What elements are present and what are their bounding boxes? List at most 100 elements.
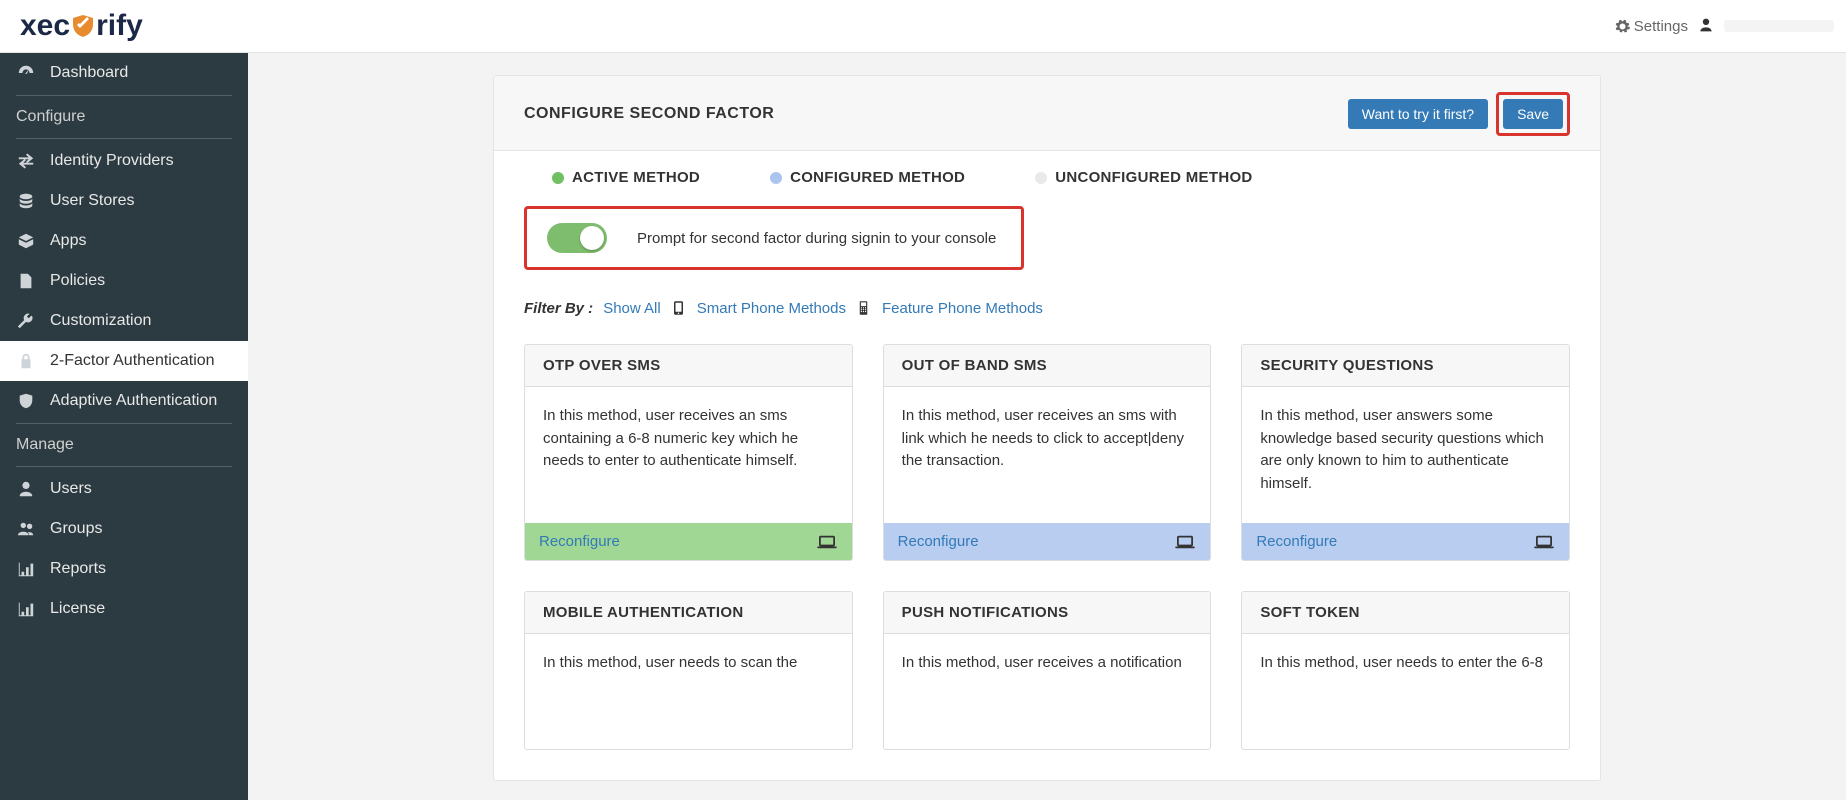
filter-row: Filter By : Show All Smart Phone Methods… bbox=[524, 270, 1570, 344]
logo-text-2: rify bbox=[96, 9, 143, 43]
sidebar-item-license[interactable]: License bbox=[0, 589, 248, 629]
shield-icon bbox=[16, 391, 36, 411]
panel: CONFIGURE SECOND FACTOR Want to try it f… bbox=[493, 75, 1601, 781]
panel-body: ACTIVE METHOD CONFIGURED METHOD UNCONFIG… bbox=[494, 151, 1600, 780]
sidebar-item-label: Identity Providers bbox=[50, 152, 174, 170]
sidebar-item-label: Users bbox=[50, 480, 92, 498]
laptop-icon bbox=[1533, 534, 1555, 550]
sidebar-item-label: Policies bbox=[50, 272, 105, 290]
method-title: SOFT TOKEN bbox=[1242, 592, 1569, 634]
method-title: PUSH NOTIFICATIONS bbox=[884, 592, 1211, 634]
sidebar-item-dashboard[interactable]: Dashboard bbox=[0, 53, 248, 93]
panel-actions: Want to try it first? Save bbox=[1348, 92, 1570, 136]
active-dot-icon bbox=[552, 172, 564, 184]
method-description: In this method, user needs to scan the bbox=[525, 634, 852, 749]
method-description: In this method, user needs to enter the … bbox=[1242, 634, 1569, 749]
sidebar-item-users[interactable]: Users bbox=[0, 469, 248, 509]
sidebar-item-reports[interactable]: Reports bbox=[0, 549, 248, 589]
legend-active-label: ACTIVE METHOD bbox=[572, 169, 700, 186]
method-title: OTP OVER SMS bbox=[525, 345, 852, 387]
method-card-security-questions: SECURITY QUESTIONSIn this method, user a… bbox=[1241, 344, 1570, 561]
logo-shield-icon bbox=[71, 14, 95, 38]
method-description: In this method, user receives an sms con… bbox=[525, 387, 852, 523]
sidebar-item-customization[interactable]: Customization bbox=[0, 301, 248, 341]
legend-unconfigured: UNCONFIGURED METHOD bbox=[1035, 169, 1252, 186]
method-footer: Reconfigure bbox=[525, 523, 852, 560]
sidebar-item-label: Apps bbox=[50, 232, 86, 250]
prompt-label: Prompt for second factor during signin t… bbox=[637, 230, 996, 247]
users-icon bbox=[16, 519, 36, 539]
filter-label: Filter By : bbox=[524, 300, 593, 317]
method-footer: Reconfigure bbox=[884, 523, 1211, 560]
chart-icon bbox=[16, 559, 36, 579]
feature-phone-icon bbox=[856, 298, 872, 318]
sidebar-section-manage: Manage bbox=[0, 426, 248, 464]
settings-link[interactable]: Settings bbox=[1615, 18, 1688, 35]
sidebar-item-label: Adaptive Authentication bbox=[50, 392, 217, 410]
lock-icon bbox=[16, 351, 36, 371]
smartphone-icon bbox=[671, 298, 687, 318]
prompt-second-factor-row: Prompt for second factor during signin t… bbox=[524, 206, 1024, 270]
legend-active: ACTIVE METHOD bbox=[552, 169, 700, 186]
save-button[interactable]: Save bbox=[1503, 99, 1563, 129]
gear-icon bbox=[1615, 19, 1630, 34]
logo: xec rify bbox=[20, 9, 143, 43]
sidebar-item-label: Reports bbox=[50, 560, 106, 578]
sidebar-item-adaptive-authentication[interactable]: Adaptive Authentication bbox=[0, 381, 248, 421]
file-icon bbox=[16, 271, 36, 291]
reconfigure-link[interactable]: Reconfigure bbox=[539, 533, 620, 550]
user-menu[interactable] bbox=[1724, 20, 1834, 32]
unconfigured-dot-icon bbox=[1035, 172, 1047, 184]
method-card-push-notifications: PUSH NOTIFICATIONSIn this method, user r… bbox=[883, 591, 1212, 750]
legend-configured-label: CONFIGURED METHOD bbox=[790, 169, 965, 186]
method-description: In this method, user receives an sms wit… bbox=[884, 387, 1211, 523]
logo-text-1: xec bbox=[20, 9, 70, 43]
reconfigure-link[interactable]: Reconfigure bbox=[1256, 533, 1337, 550]
legend: ACTIVE METHOD CONFIGURED METHOD UNCONFIG… bbox=[524, 151, 1570, 206]
method-title: OUT OF BAND SMS bbox=[884, 345, 1211, 387]
sidebar-section-configure: Configure bbox=[0, 98, 248, 136]
sidebar-item-label: User Stores bbox=[50, 192, 134, 210]
exchange-icon bbox=[16, 151, 36, 171]
laptop-icon bbox=[1174, 534, 1196, 550]
sidebar-item-groups[interactable]: Groups bbox=[0, 509, 248, 549]
cube-icon bbox=[16, 231, 36, 251]
sidebar-item-user-stores[interactable]: User Stores bbox=[0, 181, 248, 221]
method-card-mobile-authentication: MOBILE AUTHENTICATIONIn this method, use… bbox=[524, 591, 853, 750]
method-card-soft-token: SOFT TOKENIn this method, user needs to … bbox=[1241, 591, 1570, 750]
settings-label: Settings bbox=[1634, 18, 1688, 35]
filter-feature-phone[interactable]: Feature Phone Methods bbox=[882, 300, 1043, 317]
sidebar-item-2-factor-authentication[interactable]: 2-Factor Authentication bbox=[0, 341, 248, 381]
filter-smart-phone[interactable]: Smart Phone Methods bbox=[697, 300, 846, 317]
legend-configured: CONFIGURED METHOD bbox=[770, 169, 965, 186]
method-description: In this method, user answers some knowle… bbox=[1242, 387, 1569, 523]
laptop-icon bbox=[816, 534, 838, 550]
try-it-button[interactable]: Want to try it first? bbox=[1348, 99, 1488, 129]
dashboard-icon bbox=[16, 63, 36, 83]
sidebar-item-label: 2-Factor Authentication bbox=[50, 352, 215, 370]
sidebar-item-policies[interactable]: Policies bbox=[0, 261, 248, 301]
sidebar-item-label: Groups bbox=[50, 520, 102, 538]
topbar-right: Settings bbox=[1615, 17, 1834, 36]
topbar: xec rify Settings bbox=[0, 0, 1846, 53]
method-footer: Reconfigure bbox=[1242, 523, 1569, 560]
method-card-otp-over-sms: OTP OVER SMSIn this method, user receive… bbox=[524, 344, 853, 561]
methods-grid: OTP OVER SMSIn this method, user receive… bbox=[524, 344, 1570, 750]
user-icon bbox=[1698, 17, 1714, 36]
reconfigure-link[interactable]: Reconfigure bbox=[898, 533, 979, 550]
sidebar-item-label: License bbox=[50, 600, 105, 618]
sidebar-item-identity-providers[interactable]: Identity Providers bbox=[0, 141, 248, 181]
filter-show-all[interactable]: Show All bbox=[603, 300, 661, 317]
toggle-knob bbox=[580, 226, 604, 250]
panel-header: CONFIGURE SECOND FACTOR Want to try it f… bbox=[494, 76, 1600, 151]
sidebar-item-label: Dashboard bbox=[50, 64, 128, 82]
prompt-toggle[interactable] bbox=[547, 223, 607, 253]
method-title: SECURITY QUESTIONS bbox=[1242, 345, 1569, 387]
wrench-icon bbox=[16, 311, 36, 331]
sidebar: Dashboard Configure Identity Providers User… bbox=[0, 53, 248, 800]
method-title: MOBILE AUTHENTICATION bbox=[525, 592, 852, 634]
sidebar-item-apps[interactable]: Apps bbox=[0, 221, 248, 261]
chart-icon bbox=[16, 599, 36, 619]
sidebar-item-label: Customization bbox=[50, 312, 151, 330]
main-content: CONFIGURE SECOND FACTOR Want to try it f… bbox=[248, 53, 1846, 800]
